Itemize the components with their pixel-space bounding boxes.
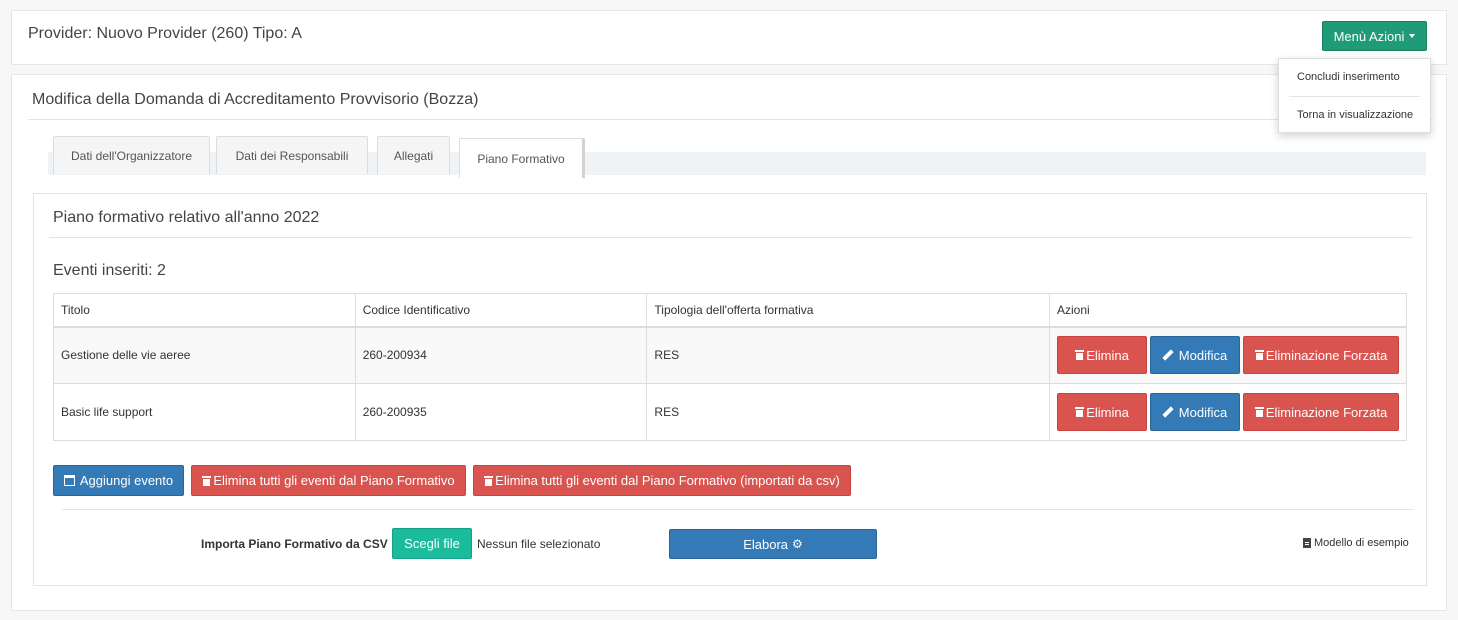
modifica-button[interactable]: Modifica (1150, 336, 1240, 375)
tab-dati-organizzatore[interactable]: Dati dell'Organizzatore (53, 136, 210, 174)
cell-tipologia: RES (646, 383, 1050, 441)
page-title: Provider: Nuovo Provider (260) Tipo: A (28, 25, 302, 42)
trash-icon (202, 475, 212, 486)
cell-codice: 260-200935 (354, 383, 648, 441)
piano-panel: Piano formativo relativo all'anno 2022 E… (33, 193, 1427, 586)
divider (62, 509, 1414, 510)
elimina-tutti-label: Elimina tutti gli eventi dal Piano Forma… (213, 473, 455, 488)
events-table: Titolo Codice Identificativo Tipologia d… (53, 293, 1407, 441)
elimina-label: Elimina (1086, 404, 1129, 420)
eliminazione-forzata-button[interactable]: Eliminazione Forzata (1243, 393, 1399, 431)
cell-codice: 260-200934 (354, 326, 648, 384)
trash-icon (1075, 407, 1085, 417)
aggiungi-evento-button[interactable]: Aggiungi evento (53, 465, 184, 496)
eliminazione-forzata-label: Eliminazione Forzata (1265, 404, 1388, 420)
section-title: Modifica della Domanda di Accreditamento… (32, 91, 479, 108)
trash-icon (1254, 350, 1264, 361)
pencil-icon (1163, 350, 1173, 360)
table-row: Basic life support 260-200935 RES Elimin… (53, 383, 1407, 441)
menu-divider (1289, 96, 1420, 97)
modifica-label: Modifica (1178, 347, 1228, 363)
aggiungi-evento-label: Aggiungi evento (79, 473, 174, 488)
cell-titolo: Basic life support (53, 383, 356, 441)
menu-item-concludi[interactable]: Concludi inserimento (1297, 71, 1400, 83)
table-row: Gestione delle vie aeree 260-200934 RES … (53, 326, 1407, 384)
elimina-label: Elimina (1086, 347, 1129, 363)
main-panel: Modifica della Domanda di Accreditamento… (11, 74, 1447, 611)
tab-allegati[interactable]: Allegati (377, 136, 450, 174)
cell-azioni: Elimina Modifica Eliminazione Forzata (1049, 383, 1407, 441)
elimina-tutti-csv-button[interactable]: Elimina tutti gli eventi dal Piano Forma… (473, 465, 851, 496)
trash-icon (1254, 407, 1264, 417)
import-csv-label: Importa Piano Formativo da CSV (201, 537, 388, 551)
eliminazione-forzata-button[interactable]: Eliminazione Forzata (1243, 336, 1399, 375)
file-icon (1303, 538, 1311, 548)
elimina-tutti-csv-label: Elimina tutti gli eventi dal Piano Forma… (495, 473, 840, 488)
elabora-button[interactable]: Elabora ⚙ (669, 529, 877, 559)
pencil-icon (1163, 407, 1173, 417)
actions-menu-label: Menù Azioni (1333, 28, 1405, 44)
piano-title: Piano formativo relativo all'anno 2022 (53, 209, 320, 226)
file-status-text: Nessun file selezionato (477, 537, 601, 551)
events-count: Eventi inseriti: 2 (53, 262, 166, 279)
column-header-azioni: Azioni (1049, 293, 1407, 328)
divider (28, 119, 1432, 120)
caret-down-icon (1409, 34, 1416, 38)
table-header-row: Titolo Codice Identificativo Tipologia d… (53, 293, 1407, 328)
menu-item-torna[interactable]: Torna in visualizzazione (1297, 109, 1413, 121)
eliminazione-forzata-label: Eliminazione Forzata (1265, 347, 1388, 363)
divider (49, 237, 1412, 238)
actions-dropdown: Concludi inserimento Torna in visualizza… (1278, 58, 1431, 133)
modello-esempio-label: Modello di esempio (1314, 537, 1409, 549)
scegli-file-button[interactable]: Scegli file (392, 528, 472, 559)
cell-tipologia: RES (646, 326, 1050, 384)
modello-esempio-link[interactable]: Modello di esempio (1303, 537, 1409, 549)
elimina-tutti-button[interactable]: Elimina tutti gli eventi dal Piano Forma… (191, 465, 466, 496)
elabora-label: Elabora (743, 536, 789, 552)
elimina-button[interactable]: Elimina (1057, 336, 1147, 375)
cell-azioni: Elimina Modifica Eliminazione Forzata (1049, 326, 1407, 384)
modifica-label: Modifica (1178, 404, 1228, 420)
trash-icon (484, 475, 494, 486)
cell-titolo: Gestione delle vie aeree (53, 326, 356, 384)
column-header-codice: Codice Identificativo (354, 293, 648, 328)
modifica-button[interactable]: Modifica (1150, 393, 1240, 431)
trash-icon (1075, 350, 1085, 361)
tab-dati-responsabili[interactable]: Dati dei Responsabili (216, 136, 368, 174)
elimina-button[interactable]: Elimina (1057, 393, 1147, 431)
header-panel: Provider: Nuovo Provider (260) Tipo: A M… (11, 10, 1447, 65)
column-header-tipologia: Tipologia dell'offerta formativa (646, 293, 1050, 328)
tab-piano-formativo[interactable]: Piano Formativo (459, 138, 585, 178)
actions-menu-button[interactable]: Menù Azioni (1322, 21, 1427, 51)
column-header-titolo: Titolo (53, 293, 356, 328)
calendar-icon (63, 475, 75, 486)
gear-icon: ⚙ (792, 537, 803, 551)
